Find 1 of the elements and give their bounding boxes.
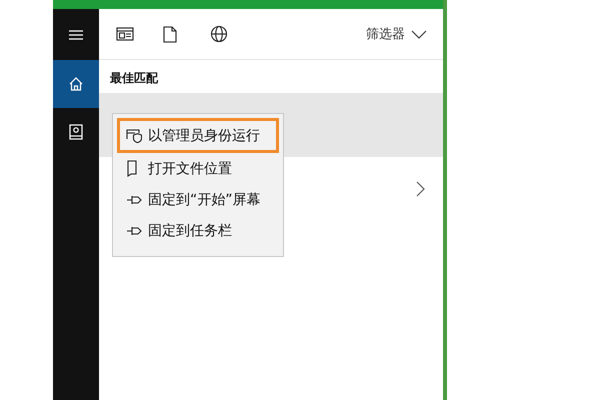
section-heading: 最佳匹配 — [109, 70, 159, 87]
